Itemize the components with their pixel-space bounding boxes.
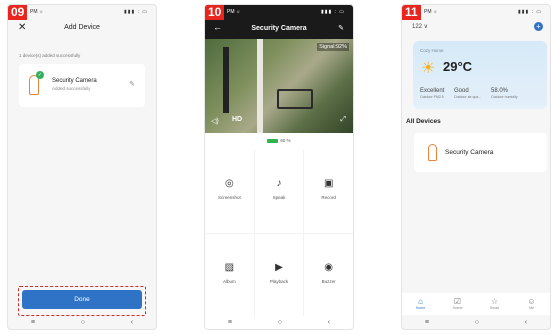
weather-value: Excellent	[420, 88, 445, 94]
tab-label: Smart	[489, 306, 500, 310]
weather-home-label: Cozy Home	[420, 48, 444, 53]
step-number-badge: 11	[402, 5, 421, 20]
control-label: Playback	[269, 278, 289, 284]
battery-icon	[267, 138, 279, 143]
buzzer-button[interactable]: ◉ Buzzer	[304, 233, 353, 316]
weather-label: Outdoor PM2.5	[420, 95, 444, 99]
home-tab-icon: ⌂	[418, 297, 423, 306]
fullscreen-icon[interactable]: ⤢	[340, 116, 346, 124]
signal-label: Signal:92%	[317, 43, 349, 51]
weather-label: Outdoor humidity	[491, 95, 518, 99]
page-title: Security Camera	[251, 25, 307, 32]
phone-screen-home: 11 PM ☼ ▮▮▮ ∶ ▭ 122 ∨ + Cozy Home ☀ 29°C…	[401, 4, 551, 330]
light-streak	[257, 39, 263, 133]
temperature: 29°C	[443, 59, 473, 74]
buzzer-icon: ◉	[324, 261, 334, 273]
home-selector[interactable]: 122 ∨	[412, 23, 428, 30]
header: ✕ Add Device	[8, 21, 156, 37]
page-title: Add Device	[64, 24, 100, 31]
status-bar: PM ☼ ▮▮▮ ∶ ▭	[402, 5, 550, 18]
weather-card[interactable]: Cozy Home ☀ 29°C Excellent Outdoor PM2.5…	[413, 41, 547, 109]
home-icon[interactable]: ○	[475, 319, 479, 326]
back-icon[interactable]: ‹	[525, 319, 527, 326]
status-time: PM ☼	[424, 9, 438, 15]
control-label: Screenshot	[217, 195, 241, 200]
weather-value: 58.0%	[491, 88, 509, 94]
back-icon[interactable]: ‹	[328, 319, 330, 326]
back-icon[interactable]: ‹	[131, 319, 133, 326]
status-bar: PM ☼ ▮▮▮ ∶ ▭	[205, 5, 353, 18]
step-number-badge: 10	[205, 5, 225, 20]
camera-device-icon	[428, 144, 437, 161]
home-icon[interactable]: ○	[278, 319, 282, 326]
record-button[interactable]: ▣ Record	[304, 150, 353, 233]
speak-button[interactable]: ♪ Speak	[254, 150, 304, 233]
system-nav-bar: ≡ ○ ‹	[8, 315, 156, 329]
controls-grid: ◎ Screenshot ♪ Speak ▣ Record ▨ Album ▶ …	[205, 150, 353, 316]
tab-home[interactable]: ⌂ Home	[407, 293, 435, 315]
phone-screen-camera-view: 10 PM ☼ ▮▮▮ ∶ ▭ ← Security Camera ✎ Sign…	[204, 4, 354, 330]
battery-indicator: 60 %	[205, 138, 353, 143]
header: ← Security Camera ✎	[205, 22, 353, 36]
screenshot-button[interactable]: ◎ Screenshot	[205, 150, 254, 233]
add-device-icon[interactable]: +	[534, 22, 543, 31]
weather-label: Outdoor air qua...	[454, 95, 482, 99]
hd-toggle[interactable]: HD	[232, 116, 242, 123]
mute-icon[interactable]: ◁)	[211, 117, 219, 125]
smart-tab-icon: ☆	[490, 297, 499, 306]
microphone-icon: ♪	[276, 178, 282, 189]
tab-label: Me	[529, 306, 534, 310]
video-record-icon: ▣	[323, 178, 334, 189]
tab-label: Scene	[452, 306, 463, 310]
control-label: Speak	[272, 195, 286, 200]
bench	[277, 89, 313, 109]
bottom-tab-bar: ⌂ Home ☑ Scene ☆ Smart ☺ Me	[402, 293, 550, 315]
device-name: Security Camera	[52, 78, 97, 84]
lamp-post	[223, 47, 229, 113]
play-icon: ▶	[275, 261, 283, 273]
phone-screen-add-device: 09 PM ☼ ▮▮▮ ∶ ▭ ✕ Add Device 1 device(s)…	[7, 4, 157, 330]
album-button[interactable]: ▨ Album	[205, 233, 254, 316]
step-number-badge: 09	[8, 5, 28, 20]
tab-smart[interactable]: ☆ Smart	[481, 293, 509, 315]
menu-icon[interactable]: ≡	[228, 319, 232, 326]
status-time: PM ☼	[30, 9, 44, 15]
tab-label: Home	[415, 306, 426, 310]
control-label: Album	[222, 278, 236, 284]
tab-scene[interactable]: ☑ Scene	[444, 293, 472, 315]
added-count-text: 1 device(s) added successfully	[19, 53, 81, 58]
menu-icon[interactable]: ≡	[31, 319, 35, 326]
tab-me[interactable]: ☺ Me	[518, 293, 546, 315]
menu-icon[interactable]: ≡	[425, 319, 429, 326]
device-status: Added successfully	[52, 86, 91, 91]
done-button[interactable]: Done	[22, 290, 142, 309]
live-video-feed[interactable]	[205, 39, 353, 133]
edit-icon[interactable]: ✎	[338, 24, 344, 32]
status-icons: ▮▮▮ ∶ ▭	[320, 9, 345, 15]
sun-icon: ☀	[421, 60, 436, 77]
section-title: All Devices	[406, 118, 441, 125]
edit-icon[interactable]: ✎	[129, 80, 135, 88]
me-tab-icon: ☺	[527, 297, 536, 306]
status-icons: ▮▮▮ ∶ ▭	[517, 9, 542, 15]
weather-value: Good	[454, 88, 469, 94]
status-time: PM ☼	[227, 9, 241, 15]
playback-button[interactable]: ▶ Playback	[254, 233, 304, 316]
status-icons: ▮▮▮ ∶ ▭	[123, 9, 148, 15]
home-icon[interactable]: ○	[81, 319, 85, 326]
control-label: Record	[321, 195, 336, 200]
system-nav-bar: ≡ ○ ‹	[402, 315, 550, 329]
device-card[interactable]: ✓ Security Camera Added successfully ✎	[19, 64, 145, 107]
status-bar: PM ☼ ▮▮▮ ∶ ▭	[8, 5, 156, 18]
device-card[interactable]: Security Camera	[414, 133, 547, 172]
scene-tab-icon: ☑	[453, 297, 462, 306]
check-icon: ✓	[36, 71, 44, 79]
system-nav-bar: ≡ ○ ‹	[205, 315, 353, 329]
image-icon: ▨	[224, 261, 235, 273]
control-label: Buzzer	[321, 278, 336, 284]
home-top-bar: 122 ∨ +	[402, 20, 550, 34]
device-name: Security Camera	[445, 149, 494, 156]
camera-icon: ◎	[224, 178, 234, 189]
battery-level: 60 %	[280, 138, 291, 143]
